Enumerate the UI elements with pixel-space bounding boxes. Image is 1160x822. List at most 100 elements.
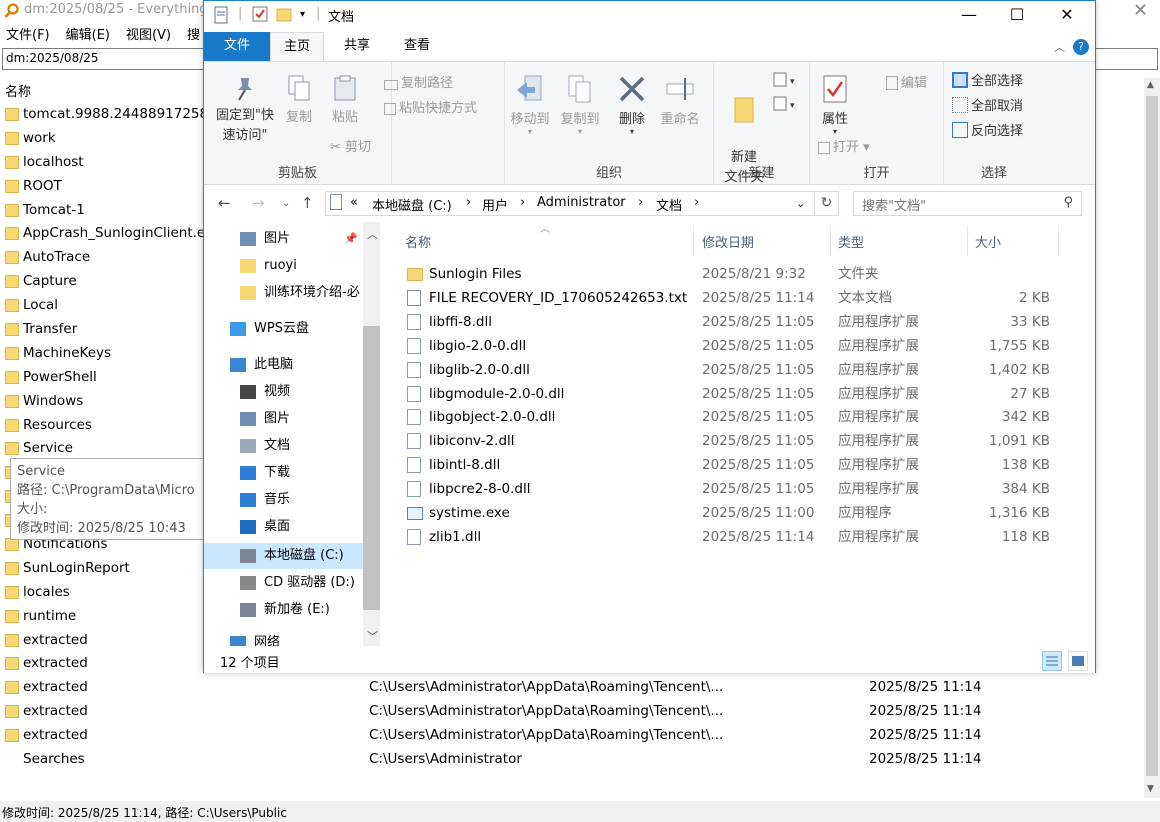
file-row[interactable]: systime.exe 2025/8/25 11:00 应用程序 1,316 KB [380,501,1095,525]
move-to-button[interactable]: 移动到 ▾ [507,74,553,136]
nav-item[interactable]: 图片 [204,406,364,432]
result-row[interactable]: extracted C:\Users\Administrator\AppData\… [0,700,1144,724]
file-row[interactable]: libgmodule-2.0-0.dll 2025/8/25 11:05 应用程序扩… [380,382,1095,406]
nav-item[interactable]: 视频 [204,379,364,405]
scroll-down-icon[interactable]: ▼ [1147,784,1154,794]
crumb-users[interactable]: 用户 [482,195,508,214]
copy-path-button[interactable]: 复制路径 [384,72,453,91]
scrollbar-thumb[interactable] [1146,96,1158,776]
column-divider[interactable] [693,226,694,256]
tab-file[interactable]: 文件 [204,32,270,61]
column-divider[interactable] [830,226,831,256]
menu-view[interactable]: 视图(V) [126,24,171,43]
column-divider[interactable] [967,226,968,256]
file-row[interactable]: Sunlogin Files 2025/8/21 9:32 文件夹 [380,262,1095,286]
file-row[interactable]: FILE RECOVERY_ID_170605242653.txt 2025/8/… [380,286,1095,310]
easy-access-icon[interactable]: ▾ [772,96,800,112]
nav-item[interactable]: CD 驱动器 (D:) [204,570,364,596]
close-button[interactable]: ✕ [1044,1,1090,31]
refresh-icon[interactable]: ↻ [815,191,839,216]
scroll-up-icon[interactable]: ▲ [1147,80,1154,90]
invert-selection-button[interactable]: 反向选择 [952,120,1023,139]
copy-to-button[interactable]: 复制到 ▾ [557,74,603,136]
tab-view[interactable]: 查看 [390,32,444,61]
nav-item[interactable]: ruoyi [204,253,364,279]
help-icon[interactable]: ? [1073,39,1089,55]
maximize-button[interactable]: ☐ [994,1,1040,31]
collapse-ribbon-icon[interactable]: ︿ [1054,39,1065,55]
pin-icon[interactable]: 📌 [344,226,358,252]
everything-close-button[interactable]: ✕ [1133,0,1148,21]
result-row[interactable]: Searches C:\Users\Administrator 2025/8/25 … [0,748,1144,772]
column-header-name[interactable]: 名称 [405,232,431,251]
everything-scrollbar[interactable]: ▲ ▼ [1144,78,1160,798]
crumb-drive-c[interactable]: 本地磁盘 (C:) [372,195,452,214]
crumb-administrator[interactable]: Administrator [537,195,626,210]
nav-item[interactable]: 本地磁盘 (C:) [204,543,364,569]
nav-item[interactable]: 此电脑 [204,352,364,378]
result-row[interactable]: extracted C:\Users\Administrator\AppData\… [0,676,1144,700]
address-dropdown-icon[interactable]: ⌄ [796,197,805,210]
quick-access-dropdown-icon[interactable]: ▾ [300,9,305,20]
file-row[interactable]: libgio-2.0-0.dll 2025/8/25 11:05 应用程序扩展 1,7… [380,334,1095,358]
properties-button[interactable]: 属性 ▾ [814,74,856,136]
menu-search[interactable]: 搜 [187,24,200,43]
scroll-down-icon[interactable]: ﹀ [367,628,378,644]
rename-button[interactable]: 重命名 [657,74,703,127]
paste-button[interactable]: 粘贴 [328,74,362,125]
up-arrow-icon[interactable]: ↑ [301,194,314,212]
column-header-type[interactable]: 类型 [838,232,864,251]
scroll-up-icon[interactable]: ︿ [367,226,378,242]
address-bar[interactable]: « 本地磁盘 (C:) › 用户 › Administrator › 文档 › … [325,191,815,216]
nav-item[interactable]: 桌面 [204,514,364,540]
file-row[interactable]: libglib-2.0-0.dll 2025/8/25 11:05 应用程序扩展 1,… [380,358,1095,382]
forward-arrow-icon[interactable]: → [252,194,265,212]
edit-button[interactable]: 编辑 [886,72,927,91]
properties-icon[interactable] [214,6,228,24]
tab-home[interactable]: 主页 [270,32,324,61]
nav-item[interactable]: 训练环境介绍-必 [204,280,364,306]
nav-item[interactable]: 图片 📌 [204,226,364,252]
crumb-separator[interactable]: › [694,195,699,210]
nav-item[interactable]: 音乐 [204,487,364,513]
menu-edit[interactable]: 编辑(E) [66,24,110,43]
column-header-modified[interactable]: 修改日期 [702,232,754,251]
new-item-icon[interactable]: ▾ [772,72,800,88]
column-name[interactable]: 名称 [5,81,31,100]
crumb-documents[interactable]: 文档 [656,195,682,214]
large-icons-view-button[interactable] [1068,651,1088,671]
delete-button[interactable]: 删除 ▾ [615,74,649,136]
select-none-button[interactable]: 全部取消 [952,95,1023,114]
file-row[interactable]: zlib1.dll 2025/8/25 11:14 应用程序扩展 118 KB [380,525,1095,549]
menu-file[interactable]: 文件(F) [6,24,50,43]
crumb-separator[interactable]: › [466,195,471,210]
column-header-size[interactable]: 大小 [975,232,1001,251]
tab-share[interactable]: 共享 [330,32,384,61]
pin-quick-access-button[interactable]: 固定到"快速访问" [210,74,280,146]
open-button[interactable]: 打开 ▾ [818,136,870,155]
checkmark-icon[interactable] [252,6,268,22]
copy-button[interactable]: 复制 [282,74,316,125]
file-row[interactable]: libffi-8.dll 2025/8/25 11:05 应用程序扩展 33 KB [380,310,1095,334]
search-input[interactable]: 搜索"文档" ⚲ [853,191,1082,216]
cut-button[interactable]: ✂ 剪切 [330,136,371,155]
recent-locations-icon[interactable]: ⌄ [282,198,290,209]
result-row[interactable]: extracted C:\Users\Administrator\AppData\… [0,724,1144,748]
nav-item[interactable]: 网络 [204,630,364,646]
nav-scrollbar-thumb[interactable] [363,326,380,610]
crumb-separator[interactable]: › [520,195,525,210]
nav-item[interactable]: 文档 [204,433,364,459]
column-divider[interactable] [1058,226,1059,256]
file-row[interactable]: libintl-8.dll 2025/8/25 11:05 应用程序扩展 138 KB [380,453,1095,477]
back-arrow-icon[interactable]: ← [218,194,231,212]
nav-item[interactable]: 下载 [204,460,364,486]
file-row[interactable]: libpcre2-8-0.dll 2025/8/25 11:05 应用程序扩展 384… [380,477,1095,501]
nav-item[interactable]: 新加卷 (E:) [204,597,364,623]
crumb-separator[interactable]: › [638,195,643,210]
paste-shortcut-button[interactable]: 粘贴快捷方式 [384,97,477,116]
select-all-button[interactable]: 全部选择 [952,70,1023,89]
crumb-overflow[interactable]: « [350,195,358,210]
nav-item[interactable]: WPS云盘 [204,316,364,342]
file-row[interactable]: libgobject-2.0-0.dll 2025/8/25 11:05 应用程序扩… [380,405,1095,429]
nav-scrollbar[interactable]: ︿ ﹀ [363,222,380,646]
